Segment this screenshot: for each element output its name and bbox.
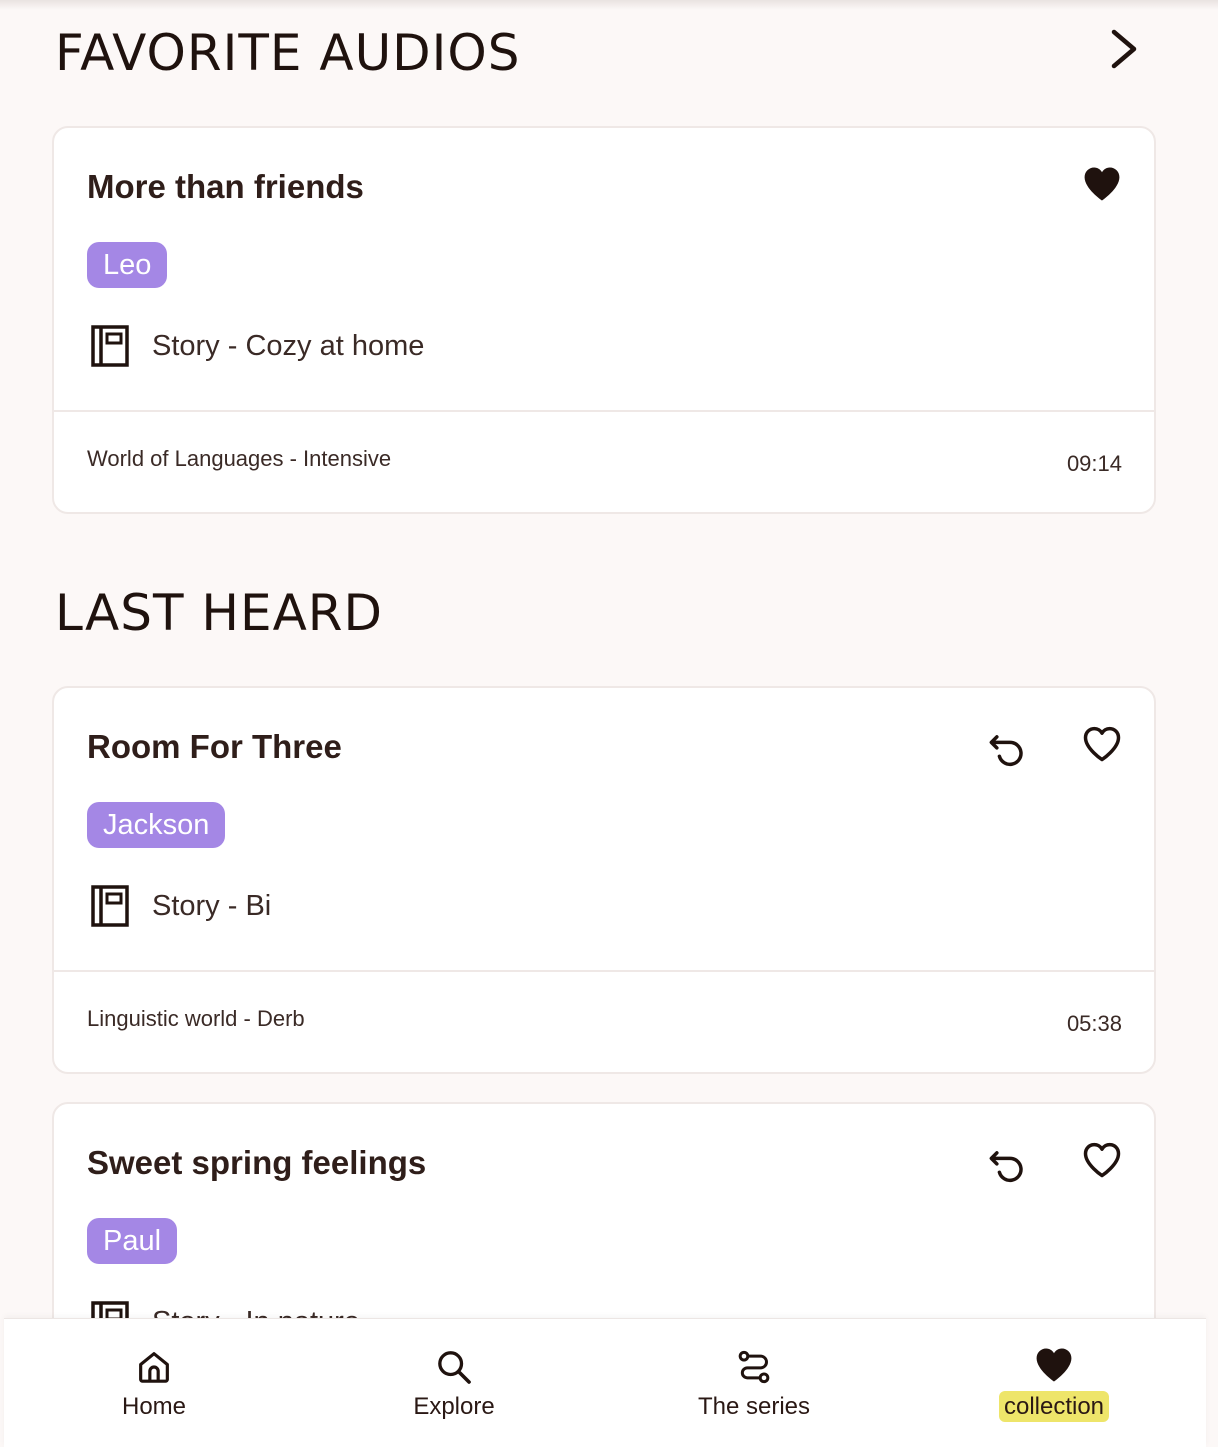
heart-icon (1036, 1348, 1072, 1382)
card-meta: Story - Bi (90, 884, 271, 928)
book-icon (91, 325, 129, 367)
last-heard-card[interactable]: Room For Three Jackson Story - Bi Lingui… (52, 686, 1156, 1074)
narrator-tag: Leo (87, 242, 168, 288)
nav-home-label: Home (121, 1393, 187, 1420)
card-duration: 09:14 (1066, 451, 1122, 476)
card-meta-text: Story - Cozy at home (152, 329, 425, 362)
card-series: World of Languages - Intensive (87, 446, 392, 471)
last-heard-title: LAST HEARD (55, 584, 384, 642)
series-icon (738, 1350, 770, 1384)
card-title: Room For Three (87, 728, 342, 765)
nav-home[interactable]: Home (4, 1319, 304, 1447)
nav-collection[interactable]: collection (904, 1319, 1204, 1447)
card-series: Linguistic world - Derb (87, 1006, 305, 1031)
heart-outline-icon[interactable] (1080, 1138, 1124, 1182)
card-title: More than friends (87, 168, 364, 205)
card-divider (54, 970, 1154, 972)
heart-outline-icon[interactable] (1080, 722, 1124, 766)
card-title: Sweet spring feelings (87, 1144, 427, 1181)
nav-series-label: The series (697, 1393, 811, 1420)
nav-collection-label: collection (904, 1391, 1204, 1422)
home-icon (139, 1352, 169, 1383)
top-shade (0, 0, 1218, 10)
card-duration: 05:38 (1066, 1011, 1122, 1036)
replay-icon[interactable] (984, 1140, 1028, 1184)
book-icon (91, 885, 129, 927)
chevron-right-icon[interactable] (1104, 26, 1144, 72)
nav-series[interactable]: The series (604, 1319, 904, 1447)
card-meta: Story - Cozy at home (90, 324, 424, 368)
card-meta-text: Story - Bi (152, 889, 272, 922)
search-icon (438, 1351, 471, 1384)
favorites-title: FAVORITE AUDIOS (55, 24, 521, 82)
nav-explore-label: Explore (413, 1393, 495, 1420)
bottom-nav: Home Explore The series collection (4, 1318, 1206, 1447)
nav-explore[interactable]: Explore (304, 1319, 604, 1447)
heart-filled-icon[interactable] (1080, 162, 1124, 206)
narrator-tag: Jackson (87, 802, 226, 848)
card-divider (54, 410, 1154, 412)
narrator-tag: Paul (87, 1218, 178, 1264)
nav-collection-label-text: collection (998, 1391, 1110, 1422)
favorite-audio-card[interactable]: More than friends Leo Story - Cozy at ho… (52, 126, 1156, 514)
replay-icon[interactable] (984, 724, 1028, 768)
